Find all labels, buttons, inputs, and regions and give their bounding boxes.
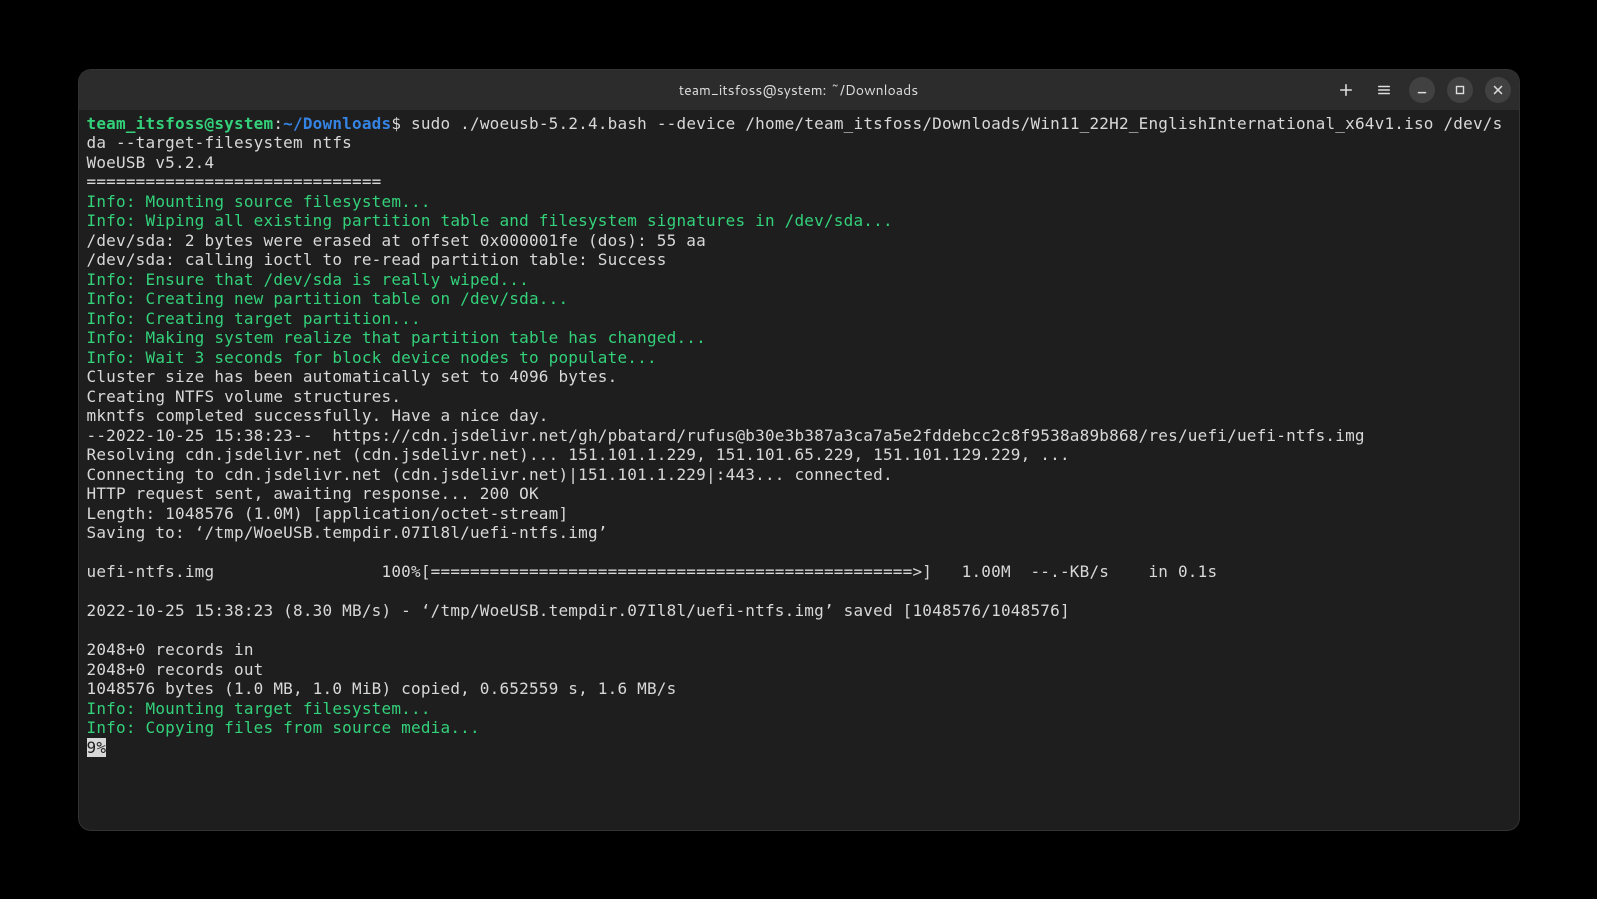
out-line: WoeUSB v5.2.4 [87, 153, 215, 172]
prompt-path: ~/Downloads [283, 114, 391, 133]
out-line: Creating NTFS volume structures. [87, 387, 402, 406]
out-line: 1048576 bytes (1.0 MB, 1.0 MiB) copied, … [87, 679, 677, 698]
minimize-icon [1415, 83, 1429, 97]
out-line-info: Info: Mounting target filesystem... [87, 699, 431, 718]
out-line: Cluster size has been automatically set … [87, 367, 618, 386]
close-button[interactable] [1485, 77, 1511, 103]
out-line: ============================== [87, 172, 382, 191]
out-line: Resolving cdn.jsdelivr.net (cdn.jsdelivr… [87, 445, 1070, 464]
window-title: team_itsfoss@system: ~/Downloads [679, 80, 918, 100]
out-line: Length: 1048576 (1.0M) [application/octe… [87, 504, 569, 523]
out-line-info: Info: Ensure that /dev/sda is really wip… [87, 270, 529, 289]
out-line: mkntfs completed successfully. Have a ni… [87, 406, 549, 425]
out-line: HTTP request sent, awaiting response... … [87, 484, 539, 503]
out-line: Saving to: ‘/tmp/WoeUSB.tempdir.07Il8l/u… [87, 523, 608, 542]
hamburger-icon [1377, 83, 1391, 97]
out-line: 2022-10-25 15:38:23 (8.30 MB/s) - ‘/tmp/… [87, 601, 1070, 620]
new-tab-button[interactable] [1333, 77, 1359, 103]
out-line: /dev/sda: calling ioctl to re-read parti… [87, 250, 667, 269]
out-line: --2022-10-25 15:38:23-- https://cdn.jsde… [87, 426, 1365, 445]
out-line: Connecting to cdn.jsdelivr.net (cdn.jsde… [87, 465, 893, 484]
maximize-button[interactable] [1447, 77, 1473, 103]
progress-indicator: 9% [87, 738, 107, 757]
out-line: uefi-ntfs.img 100%[=====================… [87, 562, 1218, 581]
prompt-sep: : [273, 114, 283, 133]
out-line-info: Info: Making system realize that partiti… [87, 328, 706, 347]
close-icon [1491, 83, 1505, 97]
out-line-info: Info: Copying files from source media... [87, 718, 480, 737]
out-line: 2048+0 records out [87, 660, 264, 679]
terminal-output[interactable]: team_itsfoss@system:~/Downloads$ sudo ./… [79, 110, 1519, 830]
hamburger-menu-button[interactable] [1371, 77, 1397, 103]
out-line-info: Info: Creating new partition table on /d… [87, 289, 569, 308]
out-line-info: Info: Wiping all existing partition tabl… [87, 211, 893, 230]
terminal-window: team_itsfoss@system: ~/Downloads team_it… [79, 70, 1519, 830]
prompt-sigil: $ [391, 114, 411, 133]
out-line-info: Info: Mounting source filesystem... [87, 192, 431, 211]
maximize-icon [1453, 83, 1467, 97]
minimize-button[interactable] [1409, 77, 1435, 103]
titlebar: team_itsfoss@system: ~/Downloads [79, 70, 1519, 110]
out-line: 2048+0 records in [87, 640, 254, 659]
out-line-info: Info: Wait 3 seconds for block device no… [87, 348, 657, 367]
titlebar-controls [1333, 77, 1511, 103]
plus-icon [1339, 83, 1353, 97]
prompt-userhost: team_itsfoss@system [87, 114, 274, 133]
out-line: /dev/sda: 2 bytes were erased at offset … [87, 231, 706, 250]
out-line-info: Info: Creating target partition... [87, 309, 421, 328]
